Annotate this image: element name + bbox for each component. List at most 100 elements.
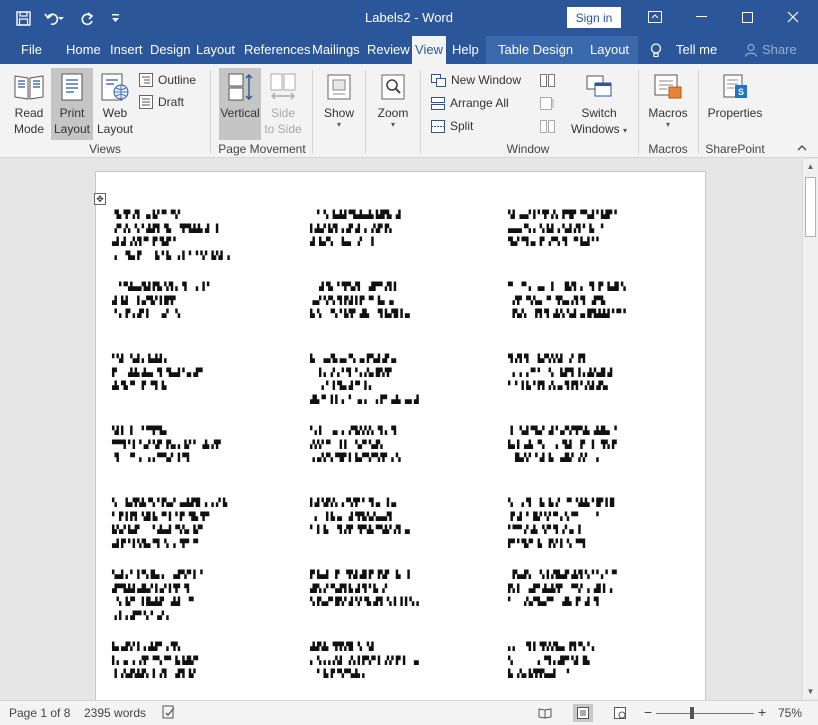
tab-design[interactable]: Design [150,36,190,64]
close-icon[interactable] [770,0,816,34]
ribbon-display-options-icon[interactable] [632,0,678,34]
mailing-label[interactable]: ▙▖▄▛▞▐ ▖▟▟▀ ▖▜▚ ▌▖▗▖▗ ▞▛ ▀▚▝▀ ▙▐▟▙▀ ▐ ▞▄… [112,640,198,681]
document-area[interactable]: ✥ ▝▙▝▛▗▜ ▗▖▙▘▀ ▀▞ ▗▀▗▚ ▚▝▗▙▛▌▝▙ ▜▀▙▙▙▗▌ … [0,159,802,700]
mailing-label[interactable]: ▙ ▄▞▙▗▄▝▚ ▄▐▀▄▌▟▘▄ ▌▖▗▘▖▘▜ ▘▖▞▄▐▛▞▛ ▗▝ ▌… [310,352,419,406]
outline-button[interactable]: Outline [139,70,196,90]
save-icon[interactable] [8,7,38,29]
read-mode-view-icon[interactable] [535,704,555,722]
zoom-label: Zoom [377,106,409,120]
web-layout-button[interactable]: Web Layout [94,68,136,140]
tab-file[interactable]: File [21,36,42,64]
tab-view[interactable]: View [412,36,446,64]
page-count[interactable]: Page 1 of 8 [9,706,70,720]
mailing-label[interactable]: ▝ ▚ ▙▟▟▝▜▄▙▄▙▐▟▛▙ ▟ ▌▟▄▘▙▜ ▖▟▘▟ ▖▗▚▛▐▚ ▟… [310,208,401,249]
menu-tab-bar: File Home Insert Design Layout Reference… [0,36,818,64]
zoom-slider-thumb[interactable] [690,707,694,719]
split-button[interactable]: Split [431,116,473,136]
mailing-label[interactable]: ▚▌▗▄▞▐▝▝▛▗▚ ▛▜▛ ▀▚▟▝▐▟▛▝ ▄▄▄▝▚▗ ▚▐▟ ▖▚▟▗… [508,208,617,249]
view-side-by-side-button[interactable] [540,70,555,90]
mailing-label[interactable]: ▝▙▝▛▗▜ ▗▖▙▘▀ ▀▞ ▗▀▗▚ ▚▝▗▙▛▌▝▙ ▜▀▙▙▙▗▌ ▌ … [112,208,230,262]
reset-window-position-button[interactable] [540,116,555,136]
properties-label: Properties [707,106,763,120]
macros-button[interactable]: Macros ▾ [644,68,692,140]
vertical-button[interactable]: Vertical [219,68,261,140]
tab-layout[interactable]: Layout [196,36,235,64]
print-layout-label: Print [59,106,85,120]
scroll-up-icon[interactable]: ▲ [803,159,818,175]
zoom-in-button[interactable]: + [758,704,766,720]
tab-table-design[interactable]: Table Design [498,36,573,64]
synchronous-scrolling-button[interactable] [540,93,555,113]
mailing-label[interactable]: ▛▐▄▟ ▐▘ ▜▚▌▟▌▛ ▛▟▘ ▙ ▐ ▟▛▖▞▝▚▟▜▐▖▟▝▌▘▙ ▞… [310,568,419,609]
zoom-button[interactable]: Zoom ▾ [372,68,414,140]
draft-label: Draft [158,95,185,109]
table-move-handle-icon[interactable]: ✥ [94,193,106,205]
mailing-label[interactable]: ▚▌▌ ▌ ▝▝▀▛▜▄ ▀▀▜▝▐ ▘▄▘▚▛ ▛▄▗ ▙▘▘ ▟▖▞▛ ▝▌… [112,424,221,465]
mailing-label[interactable]: ▚ ▙▞▛▟▖▀▖▘▛▄▞ ▄▟▟▜▌▗ ▖▞▐▖ ▘▐▘▌▛▌▝▟▌▙ ▀▐ … [112,496,230,550]
minimize-icon[interactable] [678,0,724,34]
macros-group-label: Macros [648,142,688,156]
mailing-label[interactable]: ▛▄▟▚ ▚▐▗▜▙▟▘▟▞▌▚▝▝▗▝ ▀ ▛▖▌ ▗▟▀▗▙▟▞▛ ▀▚▘▗… [508,568,617,609]
maximize-icon[interactable] [724,0,770,34]
tab-help[interactable]: Help [452,36,479,64]
macros-icon [654,74,682,99]
outline-label: Outline [158,73,197,87]
side-to-side-button[interactable]: Side to Side [262,68,304,140]
collapse-ribbon-icon[interactable] [797,143,807,154]
tab-references[interactable]: References [244,36,310,64]
mailing-label[interactable]: ▖▖ ▜▐ ▜▚▚▜▄▖▐▜▝▚▝▗ ▚ ▗ ▀▌▖▟▛▘▚▌▐▙ ▙ ▞▄▐▞… [508,640,598,681]
zoom-out-button[interactable]: − [644,704,652,720]
word-count[interactable]: 2395 words [84,706,146,720]
mailing-label[interactable]: ▀ ▀▗ ▗▄ ▐ ▐▙▜ ▖ ▜ ▛ ▙▟▌▚ ▞▛ ▀▞▄▖▝▘▝▛▄▖▞▌… [508,280,626,321]
tab-table-layout[interactable]: Layout [590,36,629,64]
group-separator [420,70,421,154]
new-window-button[interactable]: New Window [431,70,521,90]
customize-qat-icon[interactable] [102,7,128,29]
print-layout-button[interactable]: Print Layout [51,68,93,140]
zoom-level[interactable]: 75% [778,706,802,720]
macros-label: Macros [648,106,688,120]
web-layout-label-2: Layout [96,122,134,136]
redo-icon[interactable] [72,7,102,29]
properties-icon: S [723,74,747,98]
mailing-label[interactable]: ▘▚▌ ▚▟▗ ▙▟▟▗ ▛ ▗▙▙▗▙▄ ▜ ▜▄▟▝▗▖▟▀ ▟▖▜▖▀ ▐… [112,352,203,393]
lightbulb-icon[interactable] [650,43,662,61]
vertical-scrollbar[interactable]: ▲ ▼ [802,159,818,700]
mailing-label[interactable]: ▚ ▖▜ ▙ ▙▗▘ ▀ ▚▙▙▝▐▛▐▐▌ ▐▘▟ ▘▐▙▘▚▘▀▗▝▖▀▘ … [508,496,617,550]
vertical-label: Vertical [220,106,260,120]
undo-icon[interactable] [38,7,72,29]
tab-mailings[interactable]: Mailings [312,36,360,64]
side-pages-icon [270,73,296,100]
print-layout-view-icon[interactable] [573,704,593,722]
views-group-label: Views [89,142,121,156]
switch-windows-button[interactable]: Switch Windows ▾ [566,68,632,140]
mailing-label[interactable]: ▘▖▌ ▄ ▖▗▀▙▚▚▚ ▜▗ ▜ ▞▞▞▝▘ ▐▐ ▚▞▘▚▟▚ ▗▗▞▞▚… [310,424,401,465]
mailing-label[interactable]: ▐ ▝▄▌▀▙▞ ▟▝▗▞▚▀▛▚▙ ▟▟▙▖▝ ▙▖▌▗▟▖▝▚ ▗ ▜▟ ▛… [508,424,617,465]
tab-review[interactable]: Review [367,36,410,64]
tab-home[interactable]: Home [66,36,101,64]
read-mode-button[interactable]: Read Mode [8,68,50,140]
scroll-thumb[interactable] [805,177,816,237]
tab-insert[interactable]: Insert [110,36,143,64]
arrange-all-button[interactable]: Arrange All [431,93,509,113]
mailing-label[interactable]: ▚▄▌▖▘▐▝▚▐▙▖▖ ▗▟▀▞▘▌▝ ▟▀▜▟▟▗▟▙▞▐▗▞▐▝▛ ▜ ▚… [112,568,203,622]
web-layout-view-icon[interactable] [610,704,630,722]
mailing-label[interactable]: ▟▝▙ ▘▜▀▄▜ ▟▛▀▗▜▐ ▗▄▘▚▀▖▜▐▚▌▌▛ ▀ ▙▖▗▖ ▙▝▖… [310,280,410,321]
mailing-label[interactable]: ▌▟▝▟▚▚ ▖▀▞▛▝ ▜▗▖ ▌▄ ▖ ▐▐▖▄ ▗▌▜▜▞▄▚▄▄▜ ▘▐… [310,496,410,537]
sign-in-button[interactable]: Sign in [567,7,621,28]
properties-button[interactable]: S Properties [704,68,766,140]
mailing-label[interactable]: ▝▝▚▙▄▞▙▌▛▙▝▞▌▖▝▌ ▗ ▌▘ ▟ ▙▌ ▐▗▞▜▞▐▐▛▛ ▝▗ … [112,280,212,321]
web-layout-label: Web [102,106,128,120]
mailing-label[interactable]: ▟▟▚▙ ▜▜▚▜▌▝▖▝▟ ▖▝▖▖▖▞▟ ▗▚▐▐▀▞▘▌▗▚▘▛▐ ▄ ▝… [310,640,419,681]
zoom-slider[interactable] [656,713,754,714]
document-page[interactable]: ✥ ▝▙▝▛▗▜ ▗▖▙▘▀ ▀▞ ▗▀▗▚ ▚▝▗▙▛▌▝▙ ▜▀▙▙▙▗▌ … [94,171,706,700]
show-button[interactable]: Show ▾ [318,68,360,140]
proofing-icon[interactable] [162,705,176,722]
person-share-icon [744,43,758,60]
draft-button[interactable]: Draft [139,92,184,112]
group-separator [365,70,366,154]
share-button[interactable]: Share [762,36,797,64]
scroll-down-icon[interactable]: ▼ [803,684,818,700]
mailing-label[interactable]: ▜▗▜▝▌ ▐▄▀▞▞▟ ▗▘▐▜ ▖▗ ▖▀▝ ▚ ▐▟▀▌▐▗▗▙▚▟▌▟ … [508,352,616,393]
tell-me-search[interactable]: Tell me [676,36,717,64]
